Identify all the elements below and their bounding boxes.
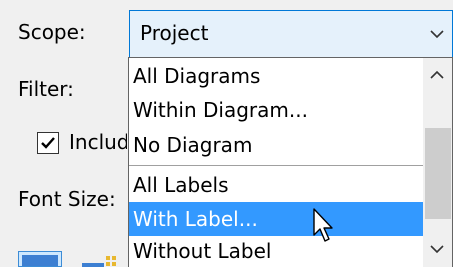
dropdown-separator: [129, 165, 423, 166]
scroll-down-arrow-icon[interactable]: [430, 244, 444, 254]
dropdown-item-all-diagrams[interactable]: All Diagrams: [129, 59, 423, 93]
scroll-up-arrow-icon[interactable]: [430, 70, 444, 80]
chevron-down-icon: [430, 30, 444, 39]
filter-label: Filter:: [18, 77, 74, 101]
dropdown-item-no-diagram[interactable]: No Diagram: [129, 128, 423, 162]
include-checkbox-label: Includ: [69, 130, 127, 154]
window-icon: [22, 255, 58, 266]
scope-dropdown-list[interactable]: All Diagrams Within Diagram... No Diagra…: [128, 57, 453, 267]
mouse-pointer-icon: [313, 208, 333, 242]
scope-combo-value: Project: [140, 21, 209, 45]
dropdown-item-without-label[interactable]: Without Label: [129, 234, 423, 267]
dropdown-item-all-labels[interactable]: All Labels: [129, 168, 423, 202]
dropdown-item-with-label[interactable]: With Label...: [129, 202, 423, 236]
scope-label: Scope:: [18, 20, 86, 44]
dropdown-scrollbar[interactable]: [423, 58, 452, 267]
font-size-label: Font Size:: [18, 187, 116, 211]
toolbar-view-button[interactable]: [18, 251, 62, 267]
dropdown-item-within-diagram[interactable]: Within Diagram...: [129, 93, 423, 127]
scope-combo[interactable]: Project: [129, 10, 453, 58]
toolbar-grid-icon[interactable]: [82, 254, 128, 267]
scrollbar-thumb[interactable]: [425, 128, 451, 219]
checkmark-icon: [41, 137, 55, 149]
include-checkbox[interactable]: [37, 132, 59, 154]
